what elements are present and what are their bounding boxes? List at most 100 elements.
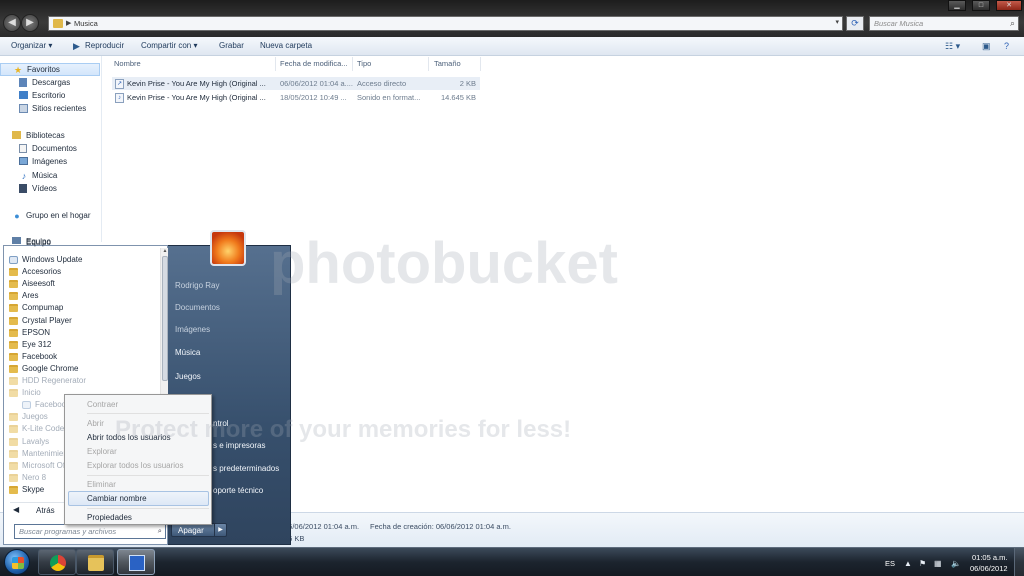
start-link-devices[interactable]: s e impresoras	[213, 441, 265, 450]
program-item[interactable]: Ares	[8, 290, 158, 302]
chevron-down-icon[interactable]: ▾	[835, 18, 839, 26]
ctx-open-all-users[interactable]: Abrir todos los usuarios	[87, 433, 171, 442]
forward-button[interactable]: ▶	[21, 14, 39, 32]
breadcrumb[interactable]: Musica	[74, 19, 98, 28]
shutdown-options-icon[interactable]: ▶	[214, 524, 226, 536]
audio-file-icon: ♪	[115, 93, 124, 103]
column-type[interactable]: Tipo	[357, 59, 371, 68]
folder-icon	[9, 316, 18, 325]
program-item[interactable]: Eye 312	[8, 339, 158, 351]
preview-pane-icon[interactable]: ▣	[982, 41, 991, 52]
help-icon[interactable]: ?	[1004, 41, 1009, 51]
ctx-explore[interactable]: Explorar	[87, 447, 117, 456]
program-item[interactable]: Accesorios	[8, 266, 158, 278]
nav-label: Escritorio	[32, 91, 66, 100]
images-icon	[19, 157, 28, 165]
ctx-delete[interactable]: Eliminar	[87, 480, 116, 489]
program-item[interactable]: Windows Update	[8, 254, 158, 266]
recent-places-icon	[19, 104, 28, 113]
back-button[interactable]: ◀	[3, 14, 21, 32]
file-row[interactable]: ♪ Kevin Prise - You Are My High (Origina…	[112, 91, 480, 104]
show-desktop-button[interactable]	[1014, 548, 1024, 576]
ctx-properties[interactable]: Propiedades	[87, 513, 132, 522]
taskbar-app[interactable]	[117, 549, 155, 575]
column-divider[interactable]	[275, 57, 276, 71]
language-indicator[interactable]: ES	[885, 559, 895, 568]
nav-homegroup[interactable]: ● Grupo en el hogar	[0, 210, 100, 223]
action-center-icon[interactable]: ⚑	[919, 559, 926, 568]
file-row[interactable]: ↗ Kevin Prise - You Are My High (Origina…	[112, 77, 480, 90]
program-item[interactable]: HDD Regenerator	[8, 375, 158, 387]
view-options-icon[interactable]: ☷ ▾	[945, 41, 960, 52]
program-item[interactable]: EPSON	[8, 327, 158, 339]
column-divider[interactable]	[352, 57, 353, 71]
clock-time[interactable]: 01:05 a.m.	[972, 553, 1007, 562]
program-item[interactable]: Google Chrome	[8, 363, 158, 375]
column-name[interactable]: Nombre	[114, 59, 141, 68]
program-item[interactable]: Aiseesoft	[8, 278, 158, 290]
nav-downloads[interactable]: Descargas	[0, 77, 100, 90]
program-item[interactable]: Compumap	[8, 302, 158, 314]
ctx-rename[interactable]: Cambiar nombre	[87, 494, 147, 503]
shutdown-button[interactable]: Apagar ▶	[171, 523, 227, 537]
breadcrumb-arrow-icon[interactable]: ▶	[66, 19, 71, 27]
start-search-input[interactable]: Buscar programas y archivos ⌕	[14, 524, 166, 539]
show-hidden-icons-icon[interactable]: ▲	[904, 559, 912, 568]
clock-date[interactable]: 06/06/2012	[970, 564, 1008, 573]
nav-libraries[interactable]: Bibliotecas	[0, 130, 100, 143]
volume-icon[interactable]: 🔈	[951, 559, 961, 568]
nav-videos[interactable]: Vídeos	[0, 183, 100, 196]
minimize-button[interactable]: ▁	[948, 0, 966, 11]
program-item[interactable]: Facebook	[8, 351, 158, 363]
column-divider[interactable]	[480, 57, 481, 71]
program-label: Eye 312	[22, 339, 52, 349]
start-link-user[interactable]: Rodrigo Ray	[175, 281, 219, 290]
refresh-button[interactable]: ⟳	[846, 16, 864, 31]
nav-music[interactable]: ♪ Música	[0, 170, 100, 183]
folder-icon	[9, 292, 18, 301]
column-size[interactable]: Tamaño	[434, 59, 461, 68]
nav-recent[interactable]: Sitios recientes	[0, 103, 100, 116]
new-folder-button[interactable]: Nueva carpeta	[260, 41, 312, 50]
start-link-images[interactable]: Imágenes	[175, 325, 210, 334]
address-bar[interactable]: ▶ Musica ▾	[48, 16, 843, 31]
libraries-icon	[12, 131, 21, 139]
start-button[interactable]	[4, 549, 30, 575]
scrollbar-thumb[interactable]	[162, 256, 168, 381]
column-divider[interactable]	[428, 57, 429, 71]
burn-button[interactable]: Grabar	[219, 41, 244, 50]
column-date[interactable]: Fecha de modifica...	[280, 59, 348, 68]
ctx-explore-all-users[interactable]: Explorar todos los usuarios	[87, 461, 184, 470]
taskbar-chrome[interactable]	[38, 549, 76, 575]
start-link-music[interactable]: Música	[175, 348, 200, 357]
organize-button[interactable]: Organizar ▾	[11, 41, 52, 50]
nav-documents[interactable]: Documentos	[0, 143, 100, 156]
close-button[interactable]: ✕	[996, 0, 1022, 11]
program-item[interactable]: Crystal Player	[8, 315, 158, 327]
program-icon	[22, 401, 31, 410]
explorer-titlebar: ▁ □ ✕ ◀ ▶ ▶ Musica ▾ ⟳ Buscar Musica ⌕	[0, 0, 1024, 37]
share-button[interactable]: Compartir con ▾	[141, 41, 197, 50]
ctx-open[interactable]: Abrir	[87, 419, 104, 428]
program-label: Inicio	[22, 388, 41, 398]
folder-icon	[9, 352, 18, 361]
nav-images[interactable]: Imágenes	[0, 156, 100, 169]
start-link-default-programs[interactable]: s predeterminados	[213, 464, 279, 473]
scroll-up-icon[interactable]: ▲	[161, 248, 169, 254]
start-link-games[interactable]: Juegos	[175, 372, 201, 381]
user-avatar[interactable]	[210, 230, 246, 266]
program-icon	[9, 256, 18, 264]
ctx-collapse[interactable]: Contraer	[87, 400, 118, 409]
taskbar-explorer[interactable]	[76, 549, 114, 575]
play-button[interactable]: Reproducir	[85, 41, 124, 50]
program-label: Mantenimien	[22, 448, 68, 458]
nav-favorites[interactable]: ★ Favoritos	[0, 63, 100, 76]
folder-icon	[9, 389, 18, 398]
start-link-documents[interactable]: Documentos	[175, 303, 220, 312]
maximize-button[interactable]: □	[972, 0, 990, 11]
start-link-control-panel[interactable]: ntrol	[213, 419, 229, 428]
network-icon[interactable]: ▦	[934, 559, 942, 568]
nav-desktop[interactable]: Escritorio	[0, 90, 100, 103]
start-link-help[interactable]: oporte técnico	[213, 486, 263, 495]
search-input[interactable]: Buscar Musica ⌕	[869, 16, 1019, 31]
